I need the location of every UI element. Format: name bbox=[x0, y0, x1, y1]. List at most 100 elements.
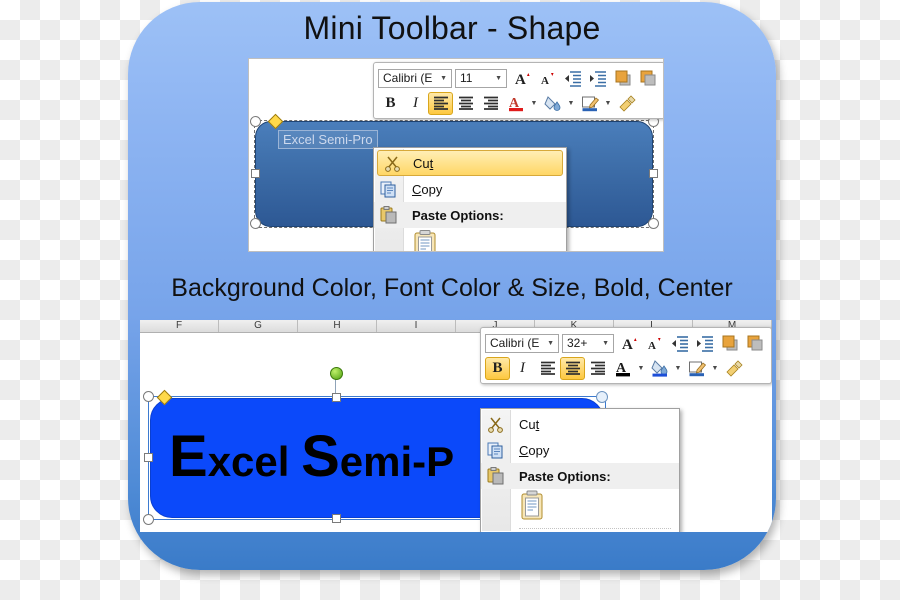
bottom-mini-toolbar[interactable]: Calibri (E ▼ 32+ ▼ A A B I A ▼ ▼ ▼ bbox=[480, 327, 772, 384]
font-color-dropdown-icon[interactable]: ▼ bbox=[528, 92, 540, 115]
page-title: Mini Toolbar - Shape bbox=[303, 10, 601, 46]
align-center-button[interactable] bbox=[453, 92, 478, 115]
bottom-shape-text-cap2: S bbox=[301, 424, 340, 489]
context-menu-item-cut[interactable]: Cut bbox=[481, 411, 679, 437]
chevron-down-icon[interactable]: ▼ bbox=[545, 340, 556, 347]
send-backward-icon[interactable] bbox=[742, 332, 767, 355]
bottom-shape-text-lead: E bbox=[169, 424, 208, 489]
font-color-dropdown-icon[interactable]: ▼ bbox=[635, 357, 647, 380]
font-color-button[interactable]: A bbox=[503, 92, 528, 115]
cut-label: Cut bbox=[413, 155, 434, 171]
bottom-context-menu[interactable]: Cut Copy Paste Options: bbox=[480, 408, 680, 532]
column-header[interactable]: G bbox=[219, 320, 298, 332]
column-header[interactable]: I bbox=[377, 320, 456, 332]
copy-label: Copy bbox=[412, 181, 443, 197]
bottom-screenshot-pane: F G H I J K L M Excel Semi-P Calibri (E … bbox=[140, 320, 772, 532]
chevron-down-icon[interactable]: ▼ bbox=[493, 75, 504, 82]
font-name-combo[interactable]: Calibri (E ▼ bbox=[485, 333, 559, 353]
bring-forward-icon[interactable] bbox=[717, 332, 742, 355]
handle-middle-right[interactable] bbox=[649, 169, 658, 178]
handle-top-left[interactable] bbox=[143, 391, 154, 402]
align-left-button[interactable] bbox=[428, 91, 453, 115]
grow-font-icon[interactable]: A bbox=[510, 67, 535, 90]
grow-font-icon[interactable]: A bbox=[617, 332, 642, 355]
top-context-menu[interactable]: Cut Copy Paste Options: bbox=[373, 147, 567, 251]
chevron-down-icon[interactable]: ▼ bbox=[438, 75, 449, 82]
page-subtitle: Background Color, Font Color & Size, Bol… bbox=[171, 274, 733, 302]
font-size-combo[interactable]: 32+ ▼ bbox=[562, 333, 614, 353]
paste-options-label: Paste Options: bbox=[519, 468, 611, 484]
paste-keep-formatting-button[interactable] bbox=[519, 489, 545, 526]
decrease-indent-icon[interactable] bbox=[667, 332, 692, 355]
shape-outline-dropdown-icon[interactable]: ▼ bbox=[602, 92, 614, 115]
increase-indent-icon[interactable] bbox=[585, 67, 610, 90]
paste-keep-formatting-button[interactable] bbox=[412, 229, 438, 251]
decrease-indent-icon[interactable] bbox=[560, 67, 585, 90]
bring-forward-icon[interactable] bbox=[610, 67, 635, 90]
context-menu-item-copy[interactable]: Copy bbox=[481, 437, 679, 463]
cut-scissors-icon bbox=[486, 414, 506, 434]
copy-icon bbox=[379, 179, 399, 199]
cut-scissors-icon bbox=[383, 153, 403, 173]
shape-outline-button[interactable] bbox=[577, 92, 602, 115]
paste-option-buttons bbox=[481, 489, 679, 525]
font-size-value: 11 bbox=[460, 71, 473, 85]
shrink-font-icon[interactable]: A bbox=[535, 67, 560, 90]
screenshot-root: Mini Toolbar - Shape Excel Semi-Pro Cali… bbox=[0, 0, 900, 600]
handle-middle-left[interactable] bbox=[144, 453, 153, 462]
font-name-value: Calibri (E bbox=[490, 336, 540, 350]
chevron-down-icon[interactable]: ▼ bbox=[600, 340, 611, 347]
svg-text:A: A bbox=[541, 75, 549, 87]
increase-indent-icon[interactable] bbox=[692, 332, 717, 355]
format-painter-button[interactable] bbox=[614, 92, 639, 115]
font-name-combo[interactable]: Calibri (E ▼ bbox=[378, 68, 452, 88]
bottom-shape-text: Excel Semi-P bbox=[169, 417, 454, 502]
mini-toolbar-row-2: B I A ▼ ▼ ▼ bbox=[485, 356, 767, 380]
top-mini-toolbar[interactable]: Calibri (E ▼ 11 ▼ A A B I A ▼ ▼ ▼ bbox=[373, 62, 663, 119]
context-menu-item-paste-options: Paste Options: bbox=[481, 463, 679, 489]
handle-top-right[interactable] bbox=[596, 391, 608, 403]
align-center-button[interactable] bbox=[560, 356, 585, 380]
handle-bottom-right[interactable] bbox=[648, 218, 659, 229]
bold-button[interactable]: B bbox=[378, 92, 403, 115]
copy-icon bbox=[486, 440, 506, 460]
handle-top-center[interactable] bbox=[332, 393, 341, 402]
paste-icon bbox=[379, 205, 399, 225]
mini-toolbar-row-1: Calibri (E ▼ 32+ ▼ A A bbox=[485, 331, 767, 355]
fill-color-dropdown-icon[interactable]: ▼ bbox=[672, 357, 684, 380]
align-right-button[interactable] bbox=[478, 92, 503, 115]
rotation-handle[interactable] bbox=[330, 367, 343, 380]
handle-middle-left[interactable] bbox=[251, 169, 260, 178]
fill-color-button[interactable] bbox=[647, 357, 672, 380]
shape-outline-button[interactable] bbox=[684, 357, 709, 380]
column-header[interactable]: F bbox=[140, 320, 219, 332]
fill-color-dropdown-icon[interactable]: ▼ bbox=[565, 92, 577, 115]
font-size-combo[interactable]: 11 ▼ bbox=[455, 68, 507, 88]
handle-top-left[interactable] bbox=[250, 116, 261, 127]
fill-color-button[interactable] bbox=[540, 92, 565, 115]
italic-button[interactable]: I bbox=[510, 357, 535, 380]
bottom-shape-text-mid: xcel bbox=[207, 438, 302, 485]
paste-icon bbox=[486, 466, 506, 486]
context-menu-item-copy[interactable]: Copy bbox=[374, 176, 566, 202]
top-screenshot-pane: Excel Semi-Pro Calibri (E ▼ 11 ▼ A A B I… bbox=[248, 58, 664, 252]
send-backward-icon[interactable] bbox=[635, 67, 660, 90]
handle-bottom-center[interactable] bbox=[332, 514, 341, 523]
context-menu-separator bbox=[519, 528, 671, 530]
font-color-button[interactable]: A bbox=[610, 357, 635, 380]
bold-button[interactable]: B bbox=[485, 356, 510, 380]
font-name-value: Calibri (E bbox=[383, 71, 433, 85]
shape-outline-dropdown-icon[interactable]: ▼ bbox=[709, 357, 721, 380]
paste-options-label: Paste Options: bbox=[412, 207, 504, 223]
handle-bottom-left[interactable] bbox=[143, 514, 154, 525]
column-header[interactable]: H bbox=[298, 320, 377, 332]
top-shape-textbox[interactable]: Excel Semi-Pro bbox=[278, 130, 378, 149]
context-menu-item-cut[interactable]: Cut bbox=[377, 150, 563, 176]
format-painter-button[interactable] bbox=[721, 357, 746, 380]
align-right-button[interactable] bbox=[585, 357, 610, 380]
font-size-value: 32+ bbox=[567, 336, 588, 350]
align-left-button[interactable] bbox=[535, 357, 560, 380]
italic-button[interactable]: I bbox=[403, 92, 428, 115]
shrink-font-icon[interactable]: A bbox=[642, 332, 667, 355]
handle-bottom-left[interactable] bbox=[250, 218, 261, 229]
